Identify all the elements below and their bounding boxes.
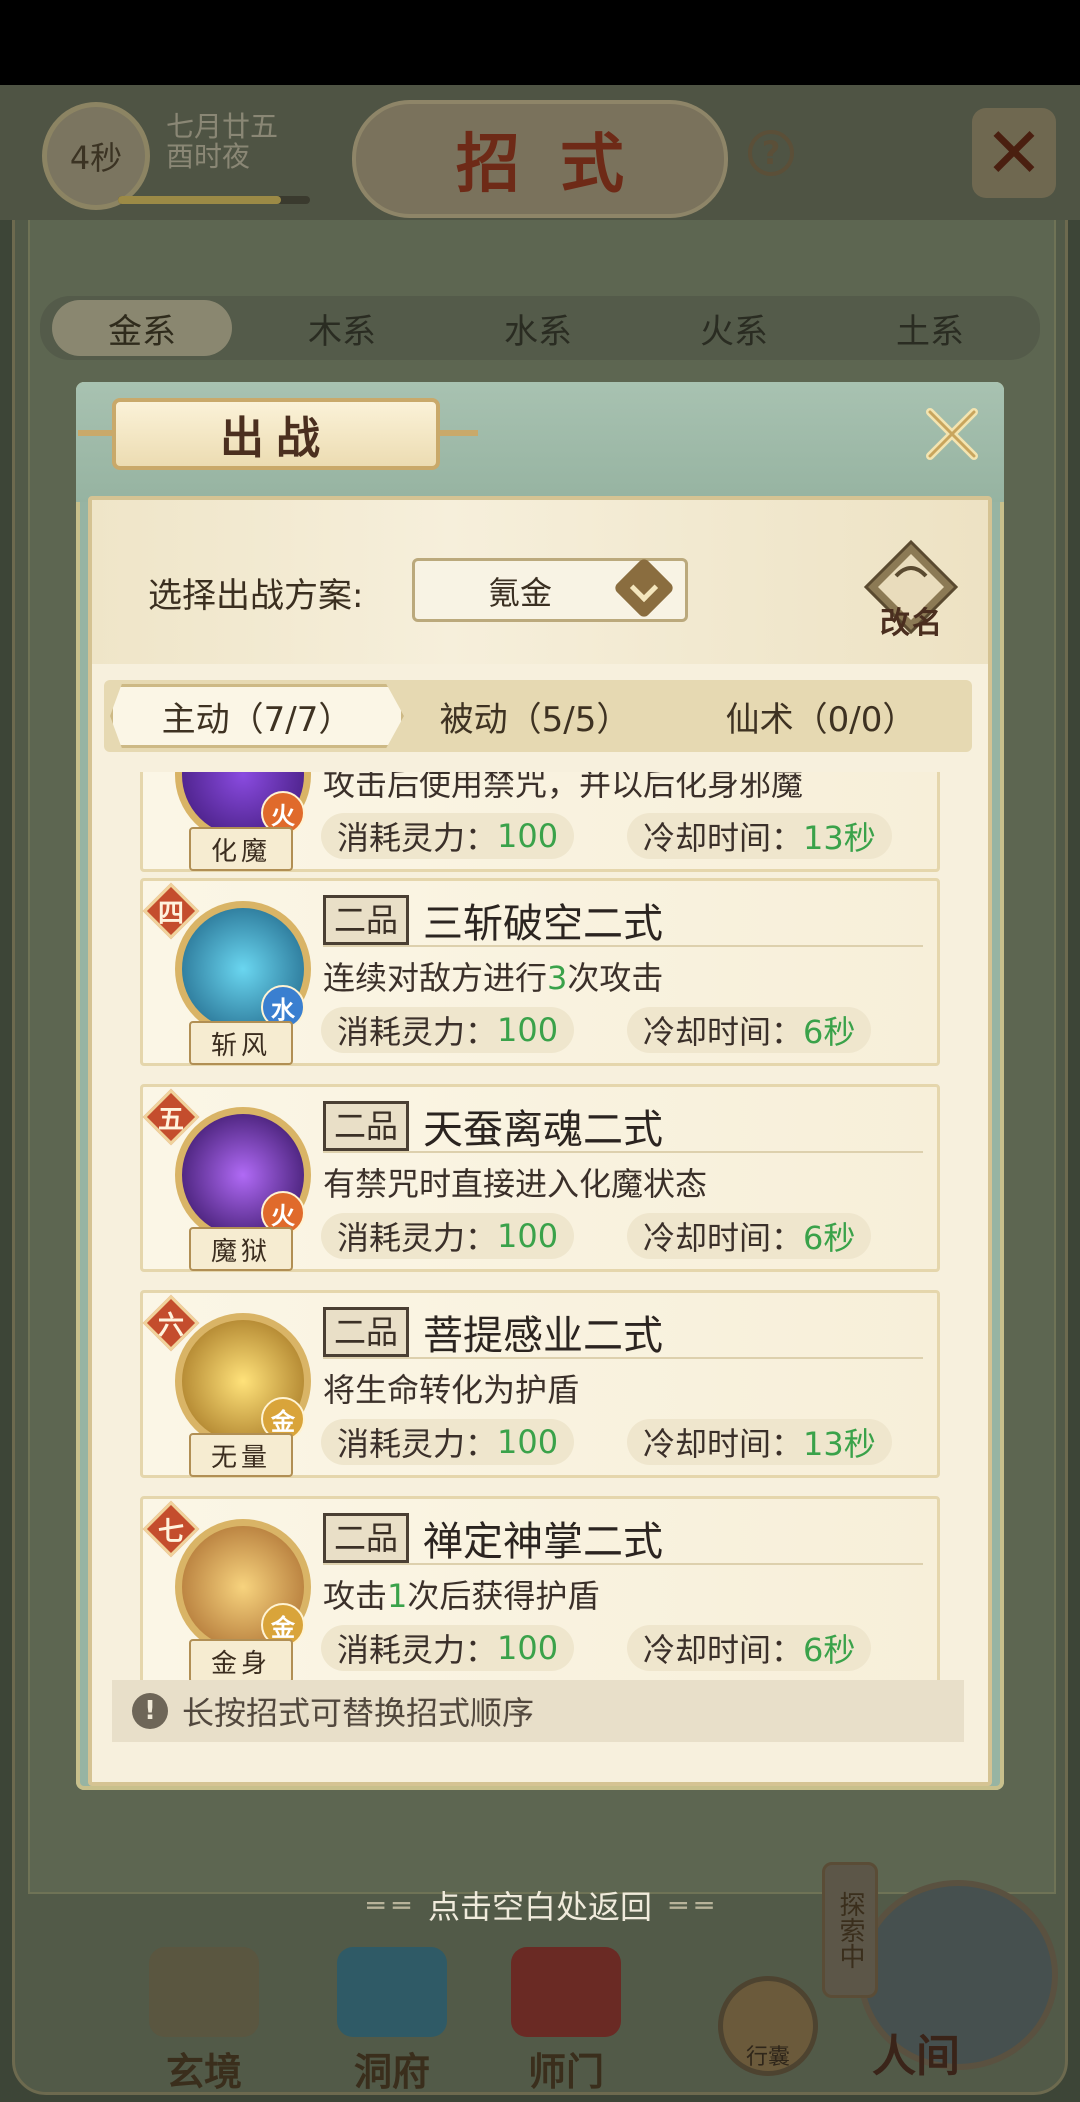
skill-description: 有禁咒时直接进入化魔状态 <box>323 1165 708 1203</box>
skill-card[interactable]: 水 斩风 四 二品 三斩破空二式 连续对敌方进行3次攻击 消耗灵力： 100 冷却时… <box>140 878 940 1066</box>
order-tag: 六 <box>142 1294 200 1352</box>
order-tag: 五 <box>142 1088 200 1146</box>
page-title: 招式 <box>456 127 664 202</box>
pavilion-icon <box>337 1947 447 2037</box>
skill-description: 攻击1次后获得护盾 <box>323 1577 600 1615</box>
close-icon: ✕ <box>984 112 1044 194</box>
hint-ornament-right: ═ ═ <box>670 1888 713 1922</box>
modal-title: 出战 <box>112 398 440 470</box>
dismiss-hint-text: 点击空白处返回 <box>427 1888 652 1926</box>
skill-name: 二品 天蚕离魂二式 <box>323 1097 663 1155</box>
skill-name: 二品 禅定神掌二式 <box>323 1509 663 1567</box>
world-label[interactable]: 人间 <box>872 2020 960 2084</box>
exploring-status: 探索中 <box>822 1862 878 1998</box>
game-date: 七月廿五 酉时夜 <box>166 112 278 172</box>
tab-earth[interactable]: 土系 <box>840 300 1020 356</box>
skill-name: 二品 菩提感业二式 <box>323 1303 663 1361</box>
tab-water[interactable]: 水系 <box>448 300 628 356</box>
nav-label: 玄境 <box>165 2049 242 2094</box>
info-icon: ! <box>132 1693 168 1729</box>
cooldown: 冷却时间： 6秒 <box>627 1625 872 1671</box>
exploring-label: 探索中 <box>835 1891 865 1969</box>
order-tag: 七 <box>142 1500 200 1558</box>
cooldown: 冷却时间： 13秒 <box>627 813 892 859</box>
cooldown: 冷却时间： 6秒 <box>627 1213 872 1259</box>
skill-orb-name: 魔狱 <box>189 1227 293 1271</box>
mana-cost: 消耗灵力： 100 <box>321 813 575 859</box>
mana-cost: 消耗灵力： 100 <box>321 1625 575 1671</box>
close-icon <box>926 408 978 460</box>
tab-passive-skills[interactable]: 被动（5/5） <box>400 684 670 748</box>
nav-label: 洞府 <box>353 2049 430 2094</box>
mana-cost: 消耗灵力： 100 <box>321 1419 575 1465</box>
date-line-2: 酉时夜 <box>166 140 251 173</box>
divider <box>323 1151 923 1153</box>
time-progress-bar <box>118 196 310 204</box>
title-ornament-left <box>78 430 116 436</box>
skill-card[interactable]: 火 魔狱 五 二品 天蚕离魂二式 有禁咒时直接进入化魔状态 消耗灵力： 100 冷却… <box>140 1084 940 1272</box>
skill-description: 将生命转化为护盾 <box>323 1371 580 1409</box>
tab-active-skills[interactable]: 主动（7/7） <box>110 684 404 748</box>
title-ornament-right <box>440 430 478 436</box>
cooldown: 冷却时间： 13秒 <box>627 1419 892 1465</box>
tab-fire[interactable]: 火系 <box>644 300 824 356</box>
skill-orb-name: 化魔 <box>189 827 293 871</box>
divider <box>323 945 923 947</box>
grade-badge: 二品 <box>323 1307 410 1357</box>
nav-shimen[interactable]: 师门 <box>486 1946 646 2096</box>
grade-badge: 二品 <box>323 895 410 945</box>
divider <box>323 1357 923 1359</box>
scroll-icon <box>149 1947 259 2037</box>
skill-description: 连续对敌方进行3次攻击 <box>323 959 664 997</box>
grade-badge: 二品 <box>323 1513 410 1563</box>
nav-dongfu[interactable]: 洞府 <box>312 1946 472 2096</box>
hint-ornament-left: ═ ═ <box>367 1888 410 1922</box>
mana-cost: 消耗灵力： 100 <box>321 1213 575 1259</box>
tab-spells[interactable]: 仙术（0/0） <box>676 684 966 748</box>
skill-orb-name: 无量 <box>189 1433 293 1477</box>
scheme-selected-value: 氪金 <box>487 574 552 612</box>
nav-label: 师门 <box>527 2049 604 2094</box>
grade-badge: 二品 <box>323 1101 410 1151</box>
skill-name: 二品 三斩破空二式 <box>323 891 663 949</box>
tip-text: 长按招式可替换招式顺序 <box>182 1694 535 1732</box>
skill-description: 攻击后使用禁咒，并以后化身邪魔 <box>323 772 804 803</box>
skill-card[interactable]: 火 化魔 攻击后使用禁咒，并以后化身邪魔 消耗灵力： 100 冷却时间： 13秒 <box>140 772 940 872</box>
order-tag: 四 <box>142 882 200 940</box>
cooldown: 冷却时间： 6秒 <box>627 1007 872 1053</box>
tab-metal[interactable]: 金系 <box>52 300 232 356</box>
bag-label: 行囊 <box>745 2045 790 2070</box>
timer-badge: 4秒 <box>42 102 150 210</box>
skill-list[interactable]: 火 化魔 攻击后使用禁咒，并以后化身邪魔 消耗灵力： 100 冷却时间： 13秒 水… <box>104 772 972 1680</box>
tab-wood[interactable]: 木系 <box>252 300 432 356</box>
modal-close-button[interactable] <box>918 400 986 468</box>
mana-cost: 消耗灵力： 100 <box>321 1007 575 1053</box>
page-title-plaque: 招式 <box>352 100 728 218</box>
tip-bar: ! 长按招式可替换招式顺序 <box>112 1680 964 1742</box>
skill-orb-name: 金身 <box>189 1639 293 1680</box>
close-page-button[interactable]: ✕ <box>972 108 1056 198</box>
nav-xuanjing[interactable]: 玄境 <box>124 1946 284 2096</box>
help-icon[interactable]: ? <box>748 130 794 176</box>
banner-icon <box>511 1947 621 2037</box>
divider <box>323 1563 923 1565</box>
skill-card[interactable]: 金 无量 六 二品 菩提感业二式 将生命转化为护盾 消耗灵力： 100 冷却时间： 1… <box>140 1290 940 1478</box>
bag-button[interactable]: 行囊 <box>718 1976 818 2076</box>
skill-orb-name: 斩风 <box>189 1021 293 1065</box>
scheme-label: 选择出战方案: <box>148 576 364 616</box>
time-progress-fill <box>118 196 282 204</box>
date-line-1: 七月廿五 <box>166 110 279 143</box>
rename-label: 改名 <box>880 606 944 641</box>
skill-card[interactable]: 金 金身 七 二品 禅定神掌二式 攻击1次后获得护盾 消耗灵力： 100 冷却时间：… <box>140 1496 940 1680</box>
